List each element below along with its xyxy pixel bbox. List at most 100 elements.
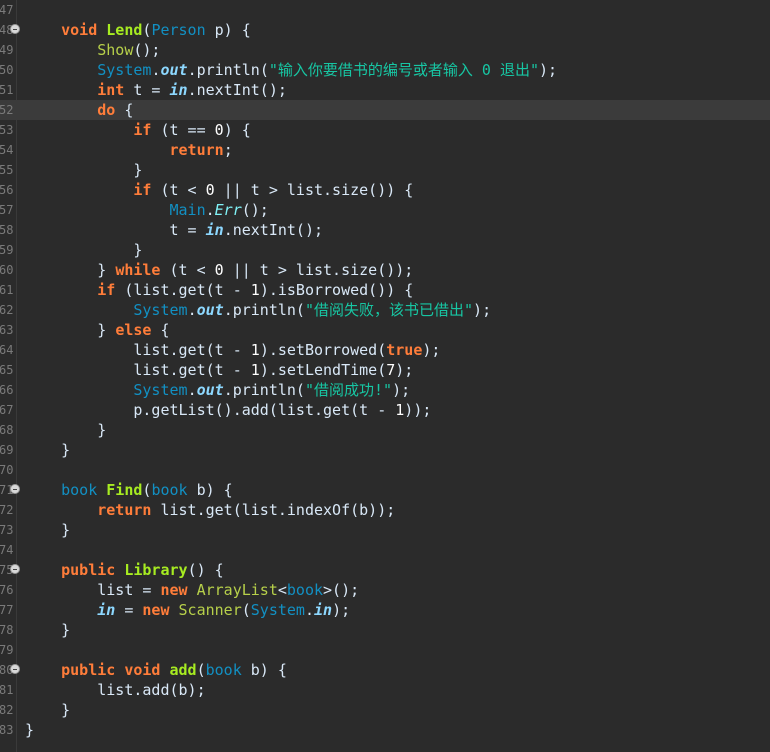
code-token: System [250, 601, 305, 619]
code-line[interactable]: 71 book Find(book b) { [0, 480, 770, 500]
code-token: } [25, 241, 143, 259]
code-line[interactable]: 56 if (t < 0 || t > list.size()) { [0, 180, 770, 200]
code-line[interactable]: 55 } [0, 160, 770, 180]
code-editor[interactable]: 47 48 void Lend(Person p) {49 Show(); 50 S… [0, 0, 770, 752]
code-token: while [115, 261, 161, 279]
line-number: 61 [0, 283, 14, 297]
code-line[interactable]: 81 list.add(b); [0, 680, 770, 700]
code-token: list.get(t - [25, 341, 251, 359]
line-number: 72 [0, 503, 14, 517]
code-line[interactable]: 75 public Library() { [0, 560, 770, 580]
code-token: ).setBorrowed( [259, 341, 387, 359]
code-token: )); [404, 401, 432, 419]
code-line[interactable]: 47 [0, 0, 770, 20]
line-number: 79 [0, 643, 14, 657]
code-line[interactable]: 70 [0, 460, 770, 480]
code-text: list = new ArrayList<book>(); [25, 580, 359, 600]
code-line[interactable]: 68 } [0, 420, 770, 440]
code-token: in [169, 81, 188, 99]
code-token: "借阅成功!" [304, 381, 393, 399]
code-line[interactable]: 63 } else { [0, 320, 770, 340]
code-line[interactable]: 76 list = new ArrayList<book>(); [0, 580, 770, 600]
code-token: out [196, 301, 224, 319]
line-number: 83 [0, 723, 14, 737]
code-token: println [196, 61, 260, 79]
code-line[interactable]: 53 if (t == 0) { [0, 120, 770, 140]
code-token: 7 [386, 361, 396, 379]
line-number: 47 [0, 3, 14, 17]
code-line[interactable]: 67 p.getList().add(list.get(t - 1)); [0, 400, 770, 420]
fold-toggle-icon[interactable] [10, 664, 20, 674]
code-line[interactable]: 61 if (list.get(t - 1).isBorrowed()) { [0, 280, 770, 300]
code-token: book [61, 481, 98, 499]
code-line[interactable]: 72 return list.get(list.indexOf(b)); [0, 500, 770, 520]
line-number: 56 [0, 183, 14, 197]
code-line[interactable]: 62 System.out.println("借阅失败，该书已借出"); [0, 300, 770, 320]
code-token: || t > list.size()) { [214, 181, 414, 199]
line-number: 50 [0, 63, 14, 77]
code-line[interactable]: 77 in = new Scanner(System.in); [0, 600, 770, 620]
code-text: } [25, 700, 70, 720]
fold-toggle-icon[interactable] [10, 564, 20, 574]
code-line[interactable]: 51 int t = in.nextInt(); [0, 80, 770, 100]
code-line[interactable]: 65 list.get(t - 1).setLendTime(7); [0, 360, 770, 380]
line-number: 60 [0, 263, 14, 277]
code-token: .nextInt(); [187, 81, 287, 99]
code-line[interactable]: 64 list.get(t - 1).setBorrowed(true); [0, 340, 770, 360]
code-token: return [169, 141, 224, 159]
code-line[interactable]: 73 } [0, 520, 770, 540]
code-line[interactable]: 59 } [0, 240, 770, 260]
code-line[interactable]: 58 t = in.nextInt(); [0, 220, 770, 240]
code-line[interactable]: 52 do { [0, 100, 770, 120]
code-line[interactable]: 82 } [0, 700, 770, 720]
line-number: 57 [0, 203, 14, 217]
code-token: .nextInt(); [223, 221, 324, 239]
code-text: if (t < 0 || t > list.size()) { [25, 180, 413, 200]
code-line[interactable]: 54 return; [0, 140, 770, 160]
code-token: Err [214, 201, 242, 219]
line-number: 58 [0, 223, 14, 237]
code-token: } [25, 261, 116, 279]
code-line[interactable]: 80 public void add(book b) { [0, 660, 770, 680]
fold-toggle-icon[interactable] [10, 24, 20, 34]
code-token: new [160, 581, 188, 599]
code-token: } [25, 621, 71, 639]
code-token: < [277, 581, 287, 599]
code-token: 0 [205, 181, 215, 199]
code-token: .println( [223, 301, 305, 319]
code-token: ( [196, 661, 206, 679]
code-text: } else { [25, 320, 169, 340]
code-line[interactable]: 60 } while (t < 0 || t > list.size()); [0, 260, 770, 280]
line-number: 70 [0, 463, 14, 477]
code-line[interactable]: 83} [0, 720, 770, 740]
fold-toggle-icon[interactable] [10, 484, 20, 494]
code-text: } [25, 440, 70, 460]
code-token: list.get(list.indexOf(b)); [151, 501, 396, 519]
code-line[interactable]: 49 Show(); [0, 40, 770, 60]
code-line[interactable]: 66 System.out.println("借阅成功!"); [0, 380, 770, 400]
code-line[interactable]: 48 void Lend(Person p) { [0, 20, 770, 40]
code-line[interactable]: 57 Main.Err(); [0, 200, 770, 220]
code-text: } [25, 420, 106, 440]
code-line[interactable]: 74 [0, 540, 770, 560]
code-token: int [97, 81, 125, 99]
code-token: Find [106, 481, 143, 499]
code-line[interactable]: 69 } [0, 440, 770, 460]
code-line[interactable]: 50 System.out.println("输入你要借书的编号或者输入 0 退… [0, 60, 770, 80]
code-token: ).setLendTime( [259, 361, 387, 379]
code-line[interactable]: 78 } [0, 620, 770, 640]
code-text: System.out.println("借阅成功!"); [25, 380, 410, 400]
code-token: void [124, 661, 161, 679]
code-line[interactable]: 79 [0, 640, 770, 660]
code-token: (t == [151, 121, 215, 139]
code-token: book [286, 581, 324, 599]
code-token: 0 [214, 261, 224, 279]
code-text: if (list.get(t - 1).isBorrowed()) { [25, 280, 413, 300]
code-text: Main.Err(); [25, 200, 269, 220]
